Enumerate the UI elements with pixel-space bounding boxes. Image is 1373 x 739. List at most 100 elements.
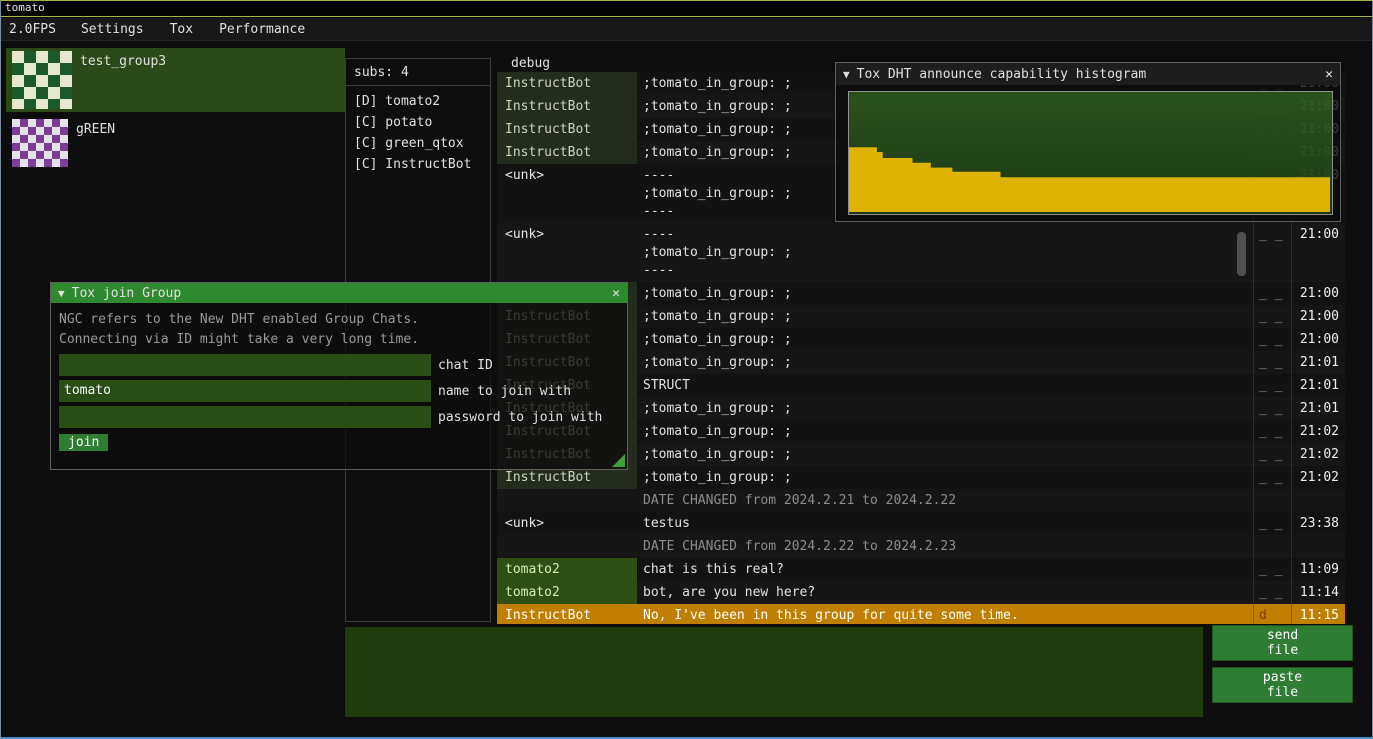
sender-name: tomato2	[497, 581, 637, 604]
message-flags: _ _	[1253, 351, 1291, 374]
chat-row: tomato2chat is this real?_ _11:09	[497, 558, 1345, 581]
histogram-window-titlebar[interactable]: ▼ Tox DHT announce capability histogram …	[836, 63, 1340, 85]
chat-row: <unk>---- ;tomato_in_group: ; ----_ _21:…	[497, 223, 1345, 282]
date-separator-row: DATE CHANGED from 2024.2.22 to 2024.2.23	[497, 535, 1345, 558]
send-file-button[interactable]: send file	[1212, 625, 1353, 661]
message-text: ---- ;tomato_in_group: ; ----	[637, 223, 1253, 282]
subs-header: subs: 4	[346, 59, 490, 85]
join-window-titlebar[interactable]: ▼ Tox join Group ✕	[51, 283, 627, 303]
histogram-plot[interactable]	[848, 91, 1333, 215]
message-time: 21:02	[1291, 420, 1345, 443]
message-time: 11:14	[1291, 581, 1345, 604]
message-flags: _ _	[1253, 282, 1291, 305]
message-text: ;tomato_in_group: ;	[637, 328, 1253, 351]
menu-item-performance[interactable]: Performance	[206, 19, 318, 40]
message-text: ;tomato_in_group: ;	[637, 397, 1253, 420]
message-text: ;tomato_in_group: ;	[637, 282, 1253, 305]
message-time: 21:00	[1291, 328, 1345, 351]
message-time: 21:01	[1291, 397, 1345, 420]
chat-row: tomato2bot, are you new here?_ _11:14	[497, 581, 1345, 604]
message-text: DATE CHANGED from 2024.2.22 to 2024.2.23	[637, 535, 1253, 558]
message-text: chat is this real?	[637, 558, 1253, 581]
sender-name: InstructBot	[497, 72, 637, 95]
message-time: 21:02	[1291, 443, 1345, 466]
group-avatar-icon	[12, 51, 72, 109]
sender-name: <unk>	[497, 223, 637, 282]
message-time: 21:01	[1291, 374, 1345, 397]
join-info-line2: Connecting via ID might take a very long…	[51, 330, 627, 350]
message-text: STRUCT	[637, 374, 1253, 397]
sender-name	[497, 489, 637, 512]
message-flags: _ _	[1253, 374, 1291, 397]
member-row[interactable]: [C] potato	[346, 112, 490, 133]
sender-name: <unk>	[497, 512, 637, 535]
fps-counter: 2.0FPS	[1, 22, 68, 37]
sender-name: InstructBot	[497, 604, 637, 624]
join-name-input[interactable]: tomato	[59, 380, 431, 402]
close-icon[interactable]: ✕	[612, 286, 620, 301]
message-flags: _ _	[1253, 420, 1291, 443]
join-window-title: Tox join Group	[72, 286, 182, 301]
message-flags: _ _	[1253, 443, 1291, 466]
member-row[interactable]: [C] green_qtox	[346, 133, 490, 154]
join-name-label: name to join with	[431, 384, 571, 399]
message-text: DATE CHANGED from 2024.2.21 to 2024.2.22	[637, 489, 1253, 512]
member-row[interactable]: [C] InstructBot	[346, 154, 490, 175]
message-text: ;tomato_in_group: ;	[637, 351, 1253, 374]
menu-item-settings[interactable]: Settings	[68, 19, 157, 40]
sender-name	[497, 535, 637, 558]
message-text: ;tomato_in_group: ;	[637, 466, 1253, 489]
collapse-arrow-icon[interactable]: ▼	[843, 68, 850, 81]
chat-row: <unk>testus_ _23:38	[497, 512, 1345, 535]
group-item-test_group3[interactable]: test_group3	[6, 48, 345, 112]
paste-file-button[interactable]: paste file	[1212, 667, 1353, 703]
sender-name: InstructBot	[497, 141, 637, 164]
collapse-arrow-icon[interactable]: ▼	[58, 287, 65, 300]
message-flags: _ _	[1253, 558, 1291, 581]
group-avatar-icon	[12, 119, 68, 167]
message-flags: _ _	[1253, 305, 1291, 328]
chat-scrollbar[interactable]	[1237, 232, 1246, 276]
window-titlebar[interactable]: tomato	[0, 0, 1373, 17]
message-time: 11:15	[1291, 604, 1345, 624]
sender-name: InstructBot	[497, 95, 637, 118]
message-text: No, I've been in this group for quite so…	[637, 604, 1253, 624]
window-title: tomato	[5, 1, 45, 14]
message-time	[1291, 535, 1345, 558]
join-group-window: ▼ Tox join Group ✕ NGC refers to the New…	[50, 282, 628, 470]
message-flags: d	[1253, 604, 1291, 624]
message-time: 23:38	[1291, 512, 1345, 535]
app-window: tomato 2.0FPS SettingsToxPerformance tes…	[0, 0, 1373, 739]
join-password-label: password to join with	[431, 410, 602, 425]
message-flags	[1253, 489, 1291, 512]
date-separator-row: DATE CHANGED from 2024.2.21 to 2024.2.22	[497, 489, 1345, 512]
group-item-green[interactable]: gREEN	[6, 116, 345, 172]
menu-item-tox[interactable]: Tox	[157, 19, 206, 40]
histogram-window: ▼ Tox DHT announce capability histogram …	[835, 62, 1341, 222]
member-row[interactable]: [D] tomato2	[346, 91, 490, 112]
menu-items: SettingsToxPerformance	[68, 18, 318, 40]
chat-row: InstructBotNo, I've been in this group f…	[497, 604, 1345, 624]
close-icon[interactable]: ✕	[1325, 67, 1333, 82]
message-input[interactable]	[345, 627, 1203, 717]
message-time: 21:00	[1291, 223, 1345, 282]
message-time	[1291, 489, 1345, 512]
join-button[interactable]: join	[59, 434, 108, 451]
join-password-input[interactable]	[59, 406, 431, 428]
message-text: ;tomato_in_group: ;	[637, 443, 1253, 466]
message-flags: _ _	[1253, 223, 1291, 282]
message-text: ;tomato_in_group: ;	[637, 305, 1253, 328]
message-flags: _ _	[1253, 328, 1291, 351]
message-flags: _ _	[1253, 397, 1291, 420]
message-flags: _ _	[1253, 512, 1291, 535]
chat-id-label: chat ID	[431, 358, 493, 373]
message-time: 21:02	[1291, 466, 1345, 489]
menubar: 2.0FPS SettingsToxPerformance	[1, 18, 1372, 41]
resize-grip[interactable]	[612, 454, 625, 467]
chat-id-input[interactable]	[59, 354, 431, 376]
message-time: 21:00	[1291, 282, 1345, 305]
join-info-line1: NGC refers to the New DHT enabled Group …	[51, 303, 627, 330]
message-time: 11:09	[1291, 558, 1345, 581]
message-text: ;tomato_in_group: ;	[637, 420, 1253, 443]
message-flags	[1253, 535, 1291, 558]
